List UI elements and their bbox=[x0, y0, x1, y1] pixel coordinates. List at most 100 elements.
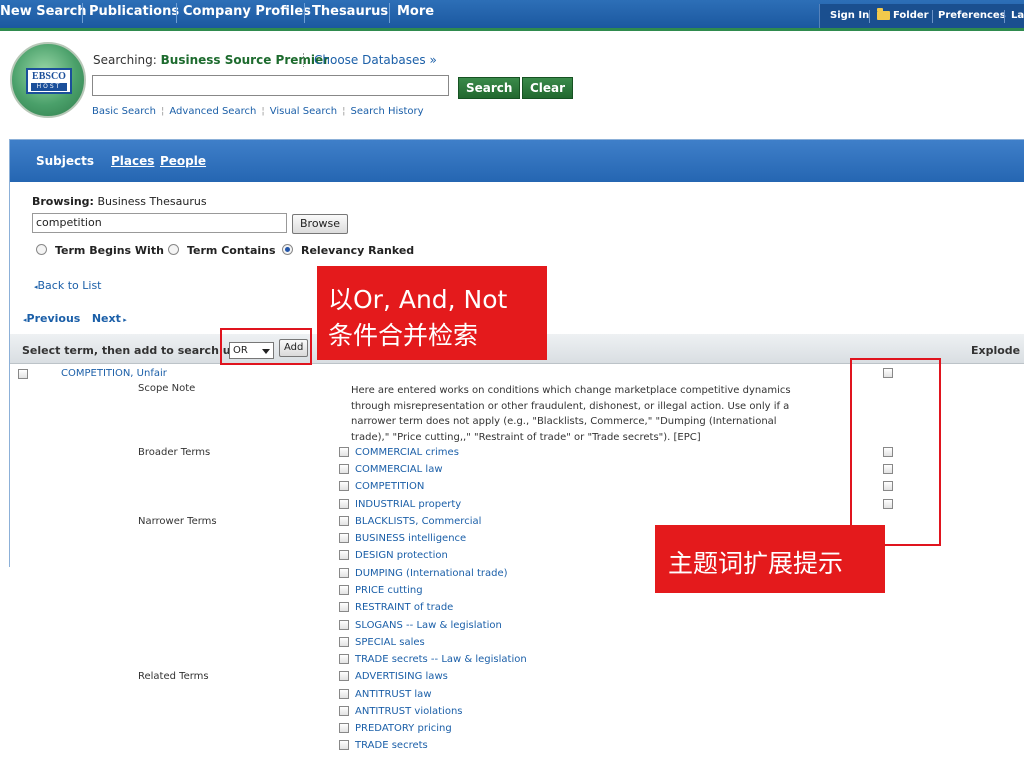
language-link[interactable]: La bbox=[1011, 4, 1024, 28]
related-term-link[interactable]: ADVERTISING laws bbox=[355, 671, 448, 682]
related-term-link[interactable]: ANTITRUST law bbox=[355, 689, 432, 700]
term-lower: protection bbox=[396, 550, 448, 561]
nav-thesaurus[interactable]: Thesaurus bbox=[312, 0, 388, 24]
radio-term-begins-with[interactable] bbox=[36, 244, 47, 255]
narrower-term-link[interactable]: RESTRAINT of trade bbox=[355, 602, 453, 613]
back-to-list-link[interactable]: ◂Back to List bbox=[34, 279, 102, 292]
broader-term-link[interactable]: INDUSTRIAL property bbox=[355, 499, 461, 510]
narrower-term-link[interactable]: DESIGN protection bbox=[355, 550, 448, 561]
narrower-term-link[interactable]: DUMPING (International trade) bbox=[355, 568, 508, 579]
folder-icon[interactable] bbox=[877, 8, 890, 20]
checkbox-broader[interactable] bbox=[339, 481, 349, 491]
tab-people[interactable]: People bbox=[160, 154, 206, 168]
choose-databases-link[interactable]: Choose Databases » bbox=[303, 53, 437, 67]
search-history-link[interactable]: Search History bbox=[350, 106, 423, 117]
top-nav-bar: New Search Publications Company Profiles… bbox=[0, 0, 1024, 31]
narrower-term-link[interactable]: SLOGANS -- Law & legislation bbox=[355, 620, 502, 631]
term-lower: laws bbox=[425, 671, 448, 682]
utility-divider bbox=[1004, 10, 1005, 23]
nav-company-profiles[interactable]: Company Profiles bbox=[183, 0, 311, 24]
related-terms-label: Related Terms bbox=[138, 671, 209, 682]
search-button[interactable]: Search bbox=[458, 77, 521, 99]
main-term-name: COMPETITION bbox=[61, 368, 131, 379]
term-upper: ANTITRUST bbox=[355, 706, 412, 717]
tab-places[interactable]: Places bbox=[111, 154, 154, 168]
term-upper: DESIGN bbox=[355, 550, 394, 561]
checkbox-narrower[interactable] bbox=[339, 585, 349, 595]
previous-label: Previous bbox=[26, 312, 81, 325]
checkbox-broader[interactable] bbox=[339, 499, 349, 509]
checkbox-narrower[interactable] bbox=[339, 620, 349, 630]
related-term-link[interactable]: PREDATORY pricing bbox=[355, 723, 452, 734]
ebsco-host-logo[interactable]: EBSCO HOST bbox=[10, 42, 86, 118]
term-lower: crimes bbox=[425, 447, 459, 458]
checkbox-related[interactable] bbox=[339, 671, 349, 681]
folder-link[interactable]: Folder bbox=[893, 4, 929, 28]
thesaurus-name: Business Thesaurus bbox=[97, 195, 207, 208]
utility-divider bbox=[932, 10, 933, 23]
utility-divider bbox=[869, 10, 870, 23]
logo-text-ebsco: EBSCO bbox=[32, 71, 66, 82]
visual-search-link[interactable]: Visual Search bbox=[270, 106, 337, 117]
checkbox-broader[interactable] bbox=[339, 447, 349, 457]
checkbox-related[interactable] bbox=[339, 740, 349, 750]
term-lower: cutting bbox=[387, 585, 423, 596]
search-input[interactable] bbox=[92, 75, 449, 96]
term-lower: intelligence bbox=[408, 533, 467, 544]
nav-more[interactable]: More bbox=[397, 0, 434, 24]
broader-term-link[interactable]: COMMERCIAL law bbox=[355, 464, 443, 475]
caret-right-icon: ▸ bbox=[120, 316, 127, 324]
checkbox-related[interactable] bbox=[339, 723, 349, 733]
checkbox-related[interactable] bbox=[339, 706, 349, 716]
browse-button[interactable]: Browse bbox=[292, 214, 349, 234]
broader-term-link[interactable]: COMPETITION bbox=[355, 481, 424, 492]
link-divider: ¦ bbox=[161, 106, 165, 117]
checkbox-narrower[interactable] bbox=[339, 602, 349, 612]
link-divider: ¦ bbox=[342, 106, 346, 117]
checkbox-broader[interactable] bbox=[339, 464, 349, 474]
narrower-term-link[interactable]: SPECIAL sales bbox=[355, 637, 425, 648]
checkbox-main-term[interactable] bbox=[18, 369, 28, 379]
previous-link[interactable]: ◂Previous bbox=[23, 312, 80, 325]
explode-callout: 主题词扩展提示 bbox=[655, 525, 885, 593]
term-lower: pricing bbox=[417, 723, 452, 734]
nav-new-search[interactable]: New Search bbox=[0, 0, 87, 24]
advanced-search-link[interactable]: Advanced Search bbox=[169, 106, 256, 117]
operator-callout-line1: 以Or, And, Not bbox=[328, 285, 508, 314]
radio-relevancy-ranked[interactable] bbox=[282, 244, 293, 255]
explode-highlight-box bbox=[850, 358, 941, 546]
search-mode-links: Basic Search ¦ Advanced Search ¦ Visual Sear… bbox=[92, 106, 424, 117]
checkbox-narrower[interactable] bbox=[339, 637, 349, 647]
narrower-term-link[interactable]: TRADE secrets -- Law & legislation bbox=[355, 654, 527, 665]
radio-term-contains[interactable] bbox=[168, 244, 179, 255]
checkbox-narrower[interactable] bbox=[339, 550, 349, 560]
tab-subjects[interactable]: Subjects bbox=[36, 154, 94, 168]
searching-label: Searching: Business Source Premier bbox=[93, 53, 329, 67]
basic-search-link[interactable]: Basic Search bbox=[92, 106, 156, 117]
sign-in-link[interactable]: Sign In bbox=[830, 4, 869, 28]
browsing-label: Browsing: Business Thesaurus bbox=[32, 195, 207, 208]
checkbox-narrower[interactable] bbox=[339, 568, 349, 578]
preferences-link[interactable]: Preferences bbox=[938, 4, 1006, 28]
radio-label-term-contains: Term Contains bbox=[187, 244, 276, 257]
checkbox-narrower[interactable] bbox=[339, 654, 349, 664]
related-term-link[interactable]: ANTITRUST violations bbox=[355, 706, 463, 717]
clear-button[interactable]: Clear bbox=[522, 77, 574, 99]
related-term-link[interactable]: TRADE secrets bbox=[355, 740, 428, 751]
narrower-terms-label: Narrower Terms bbox=[138, 516, 217, 527]
checkbox-narrower[interactable] bbox=[339, 516, 349, 526]
nav-publications[interactable]: Publications bbox=[89, 0, 179, 24]
narrower-term-link[interactable]: BLACKLISTS, Commercial bbox=[355, 516, 481, 527]
broader-term-link[interactable]: COMMERCIAL crimes bbox=[355, 447, 459, 458]
main-term-link[interactable]: COMPETITION, Unfair bbox=[61, 368, 167, 379]
term-upper: PREDATORY bbox=[355, 723, 415, 734]
term-lower: law bbox=[414, 689, 432, 700]
left-edge-mask bbox=[0, 567, 12, 768]
narrower-term-link[interactable]: BUSINESS intelligence bbox=[355, 533, 466, 544]
term-upper: COMMERCIAL bbox=[355, 464, 423, 475]
next-link[interactable]: Next ▸ bbox=[92, 312, 127, 325]
narrower-term-link[interactable]: PRICE cutting bbox=[355, 585, 423, 596]
term-input[interactable]: competition bbox=[32, 213, 287, 233]
checkbox-narrower[interactable] bbox=[339, 533, 349, 543]
checkbox-related[interactable] bbox=[339, 689, 349, 699]
